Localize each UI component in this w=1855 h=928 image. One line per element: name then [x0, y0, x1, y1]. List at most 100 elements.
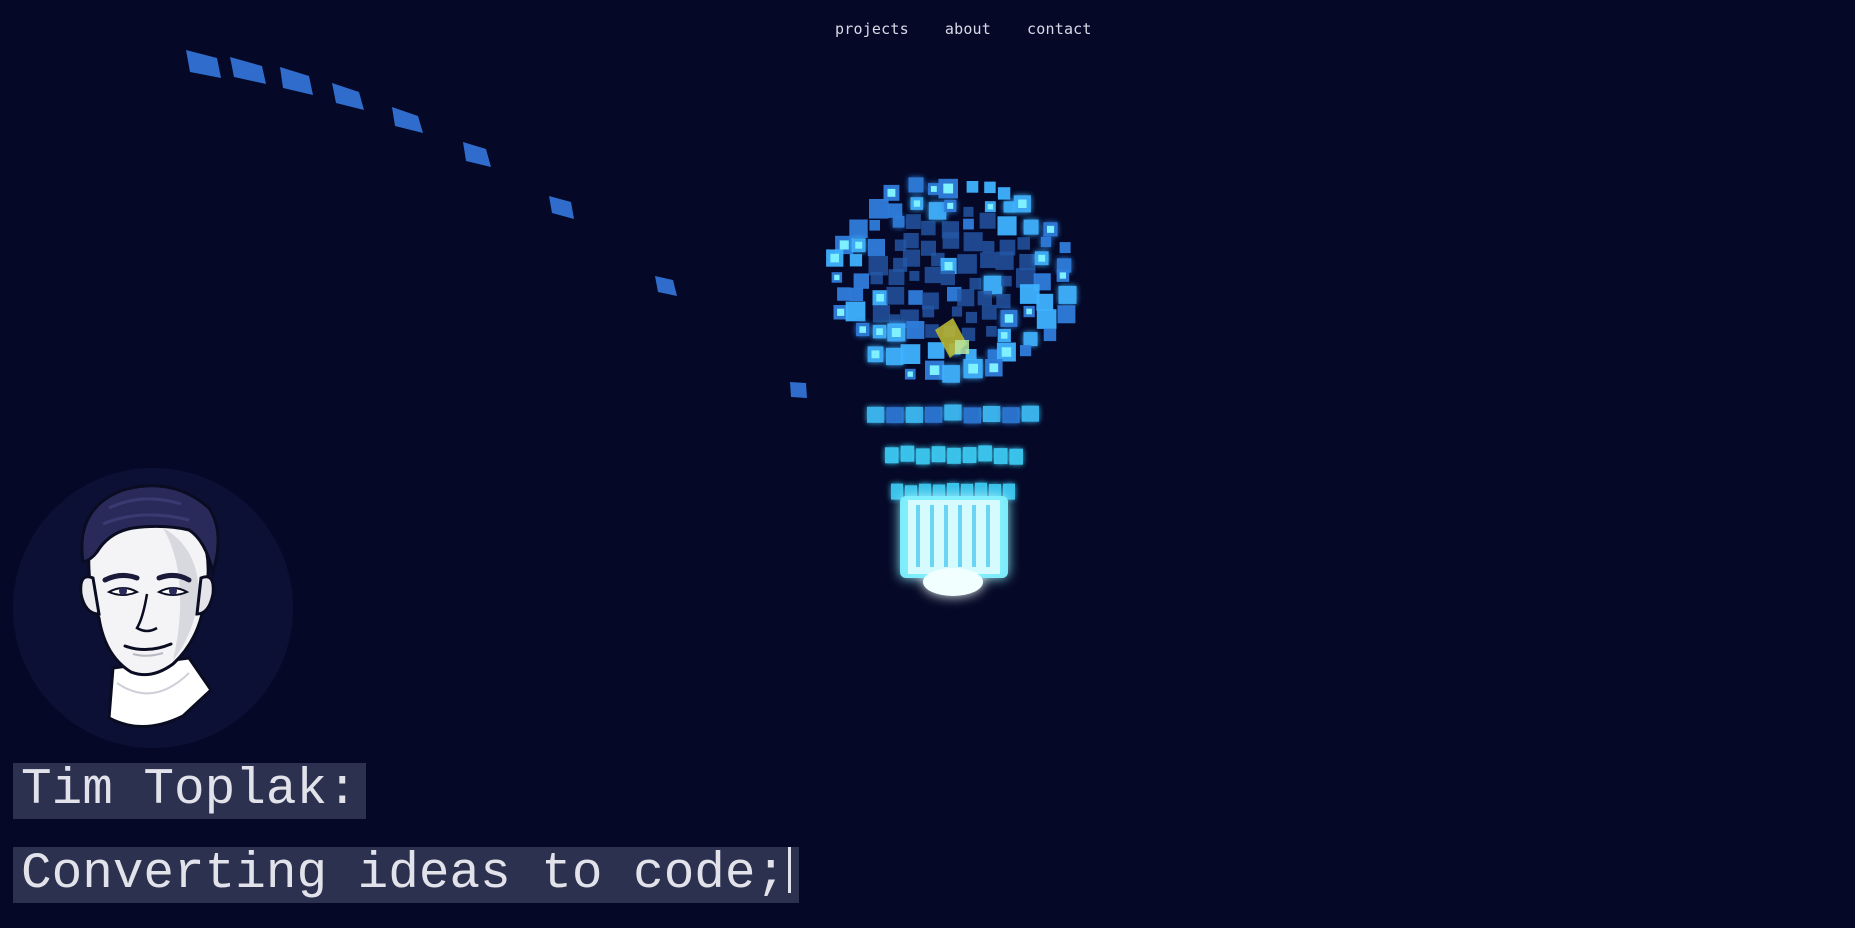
bulb-base [900, 496, 1008, 596]
page: projects about contact Tim Toplak: Conve… [0, 0, 1855, 928]
bulb-pixel [906, 321, 925, 339]
bulb-pixel-core [876, 328, 883, 335]
bulb-pixel-core [913, 200, 921, 207]
bulb-pixel [942, 232, 960, 249]
bulb-pixel-core [855, 241, 863, 249]
bulb-pixel [977, 290, 992, 306]
bulb-pixel-core [1001, 347, 1012, 357]
bulb-pixel [957, 289, 975, 307]
bulb-pixel [887, 203, 903, 218]
bulb-pixel [853, 273, 869, 289]
thread-pixel [931, 446, 946, 463]
bulb-pixel-core [907, 371, 913, 377]
bulb-pixel [849, 287, 864, 301]
portrait-illustration [79, 484, 220, 728]
thread-pixel [867, 406, 885, 423]
bulb-pixel-core [1026, 308, 1032, 315]
thread-pixel [983, 406, 1001, 422]
bulb-pixel [888, 269, 905, 286]
bulb-pixel [886, 286, 905, 305]
bulb-pixel [1020, 345, 1032, 357]
bulb-pixel [1058, 285, 1077, 304]
bulb-pixel-core [1018, 199, 1027, 208]
hero-tagline: Converting ideas to code; [13, 847, 800, 903]
bulb-pixel [997, 187, 1011, 200]
bulb-pixel [1040, 236, 1052, 248]
bulb-pixel [996, 293, 1011, 309]
bulb-pixel-core [871, 350, 880, 359]
bulb-pixel-core [1000, 332, 1008, 339]
bulb-pixel [902, 249, 921, 267]
bulb-pixel-core [839, 240, 849, 250]
trail-pixel [332, 83, 364, 110]
bulb-pixel-core [834, 274, 840, 281]
bulb-pixel [837, 287, 851, 301]
thread-pixel [891, 483, 903, 500]
bulb-pixel [921, 220, 936, 236]
bulb-pixel-core [989, 363, 999, 373]
trail-pixel [655, 276, 677, 296]
bulb-pixel-core [859, 326, 866, 333]
bulb-pixel-core [830, 253, 839, 263]
bulb-pixel [1057, 305, 1076, 324]
bulb-pixel [867, 238, 885, 257]
bulb-pixel [869, 199, 889, 219]
thread-pixel [925, 406, 943, 423]
bulb-pixel [963, 206, 974, 217]
bulb-pixel [869, 220, 880, 231]
bulb-pixel [849, 254, 863, 267]
thread-pixel [944, 404, 962, 421]
bulb-pixel [870, 271, 883, 285]
bulb-pixel [849, 219, 868, 238]
bulb-pixel-core [968, 363, 978, 374]
bulb-pixel-core [987, 204, 994, 210]
bulb-pixel-core [887, 188, 896, 197]
bulb-pixel [892, 216, 905, 228]
thread-pixel [905, 406, 923, 423]
bulb-pixel [997, 216, 1017, 236]
thread-pixel [885, 447, 899, 464]
thread-pixel [886, 407, 904, 424]
trail-pixel [230, 57, 266, 84]
bulb-pixel-core [930, 186, 937, 192]
bulb-pixel [924, 266, 941, 284]
bulb-pixel [872, 305, 890, 323]
bulb-pixel [969, 277, 982, 290]
bulb-pixel [940, 270, 955, 286]
thread-pixel [900, 445, 915, 462]
bulb-pixel [908, 290, 923, 305]
text-cursor [788, 847, 792, 893]
avatar [13, 468, 293, 748]
bulb-pixel [1036, 293, 1054, 311]
bulb-pixel [979, 212, 996, 229]
thread-pixel [962, 447, 977, 464]
bulb-pixel [995, 251, 1014, 270]
bulb-pixel-core [1004, 314, 1014, 323]
bulb-pixel [1003, 201, 1015, 213]
bulb-pixel [927, 342, 945, 359]
bulb-pixel [906, 214, 921, 229]
bulb-pixel [984, 181, 996, 194]
thread-pixel [1002, 407, 1020, 424]
bulb-pixel [1036, 309, 1057, 329]
bulb-pixel [957, 254, 977, 274]
bulb-pixel [922, 305, 935, 318]
bulb-pixel [903, 233, 919, 249]
bulb-thread [867, 404, 1039, 502]
bulb-pixel [982, 241, 995, 253]
thread-pixel [1021, 405, 1039, 422]
thread-pixel [963, 407, 981, 424]
bulb-pixel [980, 252, 996, 268]
bulb-pixel [987, 349, 998, 360]
bulb-pixel-core [837, 308, 845, 316]
bulb-pixel-core [944, 262, 953, 271]
thread-pixel [947, 447, 961, 464]
thread-pixel [916, 448, 930, 465]
bulb-pixel-core [947, 202, 954, 209]
bulb-pixel-core [929, 365, 940, 375]
bulb-pixel [966, 181, 979, 193]
bulb-pixel [1059, 242, 1071, 254]
pixel-trail [186, 50, 807, 398]
bulb-pixel-core [1059, 272, 1066, 279]
bulb-pixel-core [891, 328, 901, 337]
